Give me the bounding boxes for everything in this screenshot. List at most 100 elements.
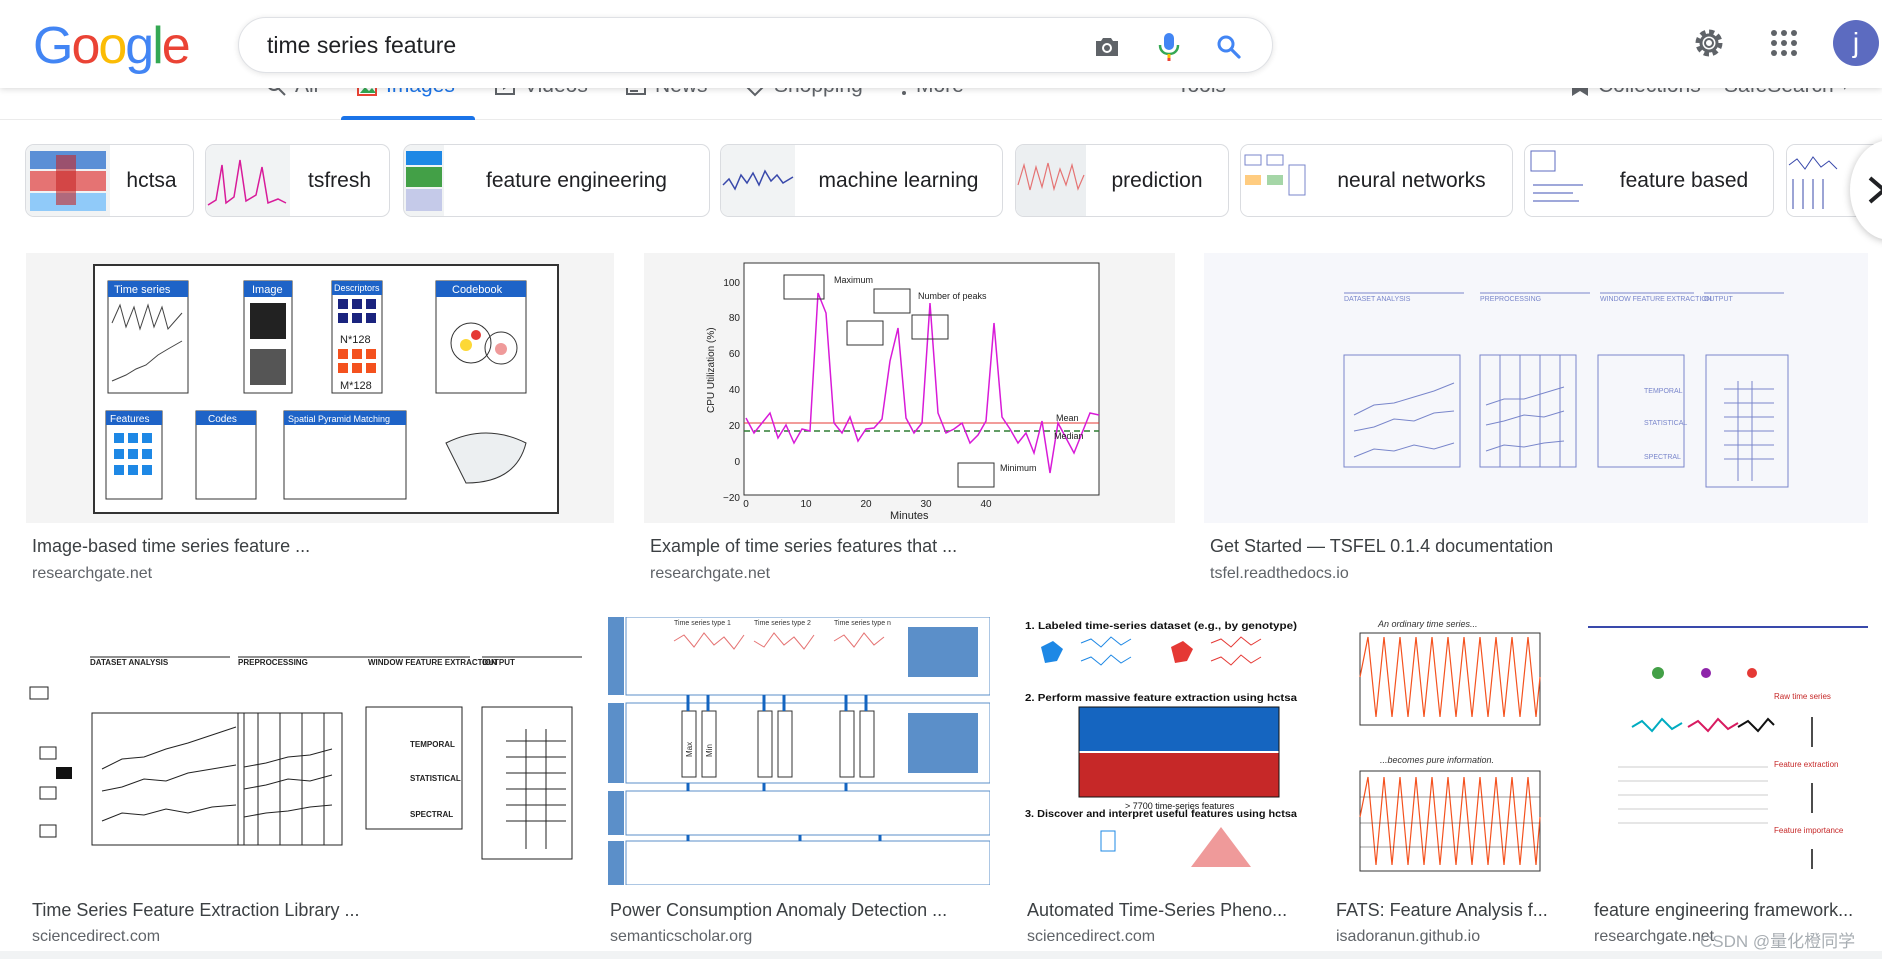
result-title[interactable]: Image-based time series feature ... bbox=[32, 536, 310, 557]
svg-text:TEMPORAL: TEMPORAL bbox=[1644, 388, 1683, 395]
microphone-icon[interactable] bbox=[1154, 32, 1184, 62]
svg-text:CPU Utilization (%): CPU Utilization (%) bbox=[706, 327, 717, 413]
svg-text:STATISTICAL: STATISTICAL bbox=[1644, 420, 1687, 427]
account-avatar[interactable]: j bbox=[1833, 20, 1879, 66]
svg-text:Min: Min bbox=[705, 744, 714, 757]
diagram-thumbnail: Time series Image Descriptors N*128 M*12… bbox=[93, 264, 559, 514]
result-source[interactable]: sciencedirect.com bbox=[32, 928, 160, 946]
apps-grid-icon[interactable] bbox=[1767, 26, 1801, 60]
chip-feature-based[interactable]: feature based bbox=[1524, 144, 1774, 217]
chip-thumbnail bbox=[404, 145, 444, 216]
image-result[interactable]: Time series Image Descriptors N*128 M*12… bbox=[26, 253, 614, 583]
svg-text:STATISTICAL: STATISTICAL bbox=[410, 774, 461, 783]
svg-text:40: 40 bbox=[729, 385, 741, 396]
svg-text:Codebook: Codebook bbox=[452, 284, 503, 296]
svg-text:Spatial Pyramid Matching: Spatial Pyramid Matching bbox=[288, 414, 390, 424]
chevron-right-icon bbox=[1868, 176, 1882, 204]
result-thumbnail[interactable]: DATASET ANALYSIS PREPROCESSING WINDOW FE… bbox=[26, 617, 584, 885]
result-title[interactable]: Time Series Feature Extraction Library .… bbox=[32, 900, 359, 921]
result-thumbnail[interactable]: DATASET ANALYSIS PREPROCESSING WINDOW FE… bbox=[1204, 253, 1868, 523]
chip-neural-networks[interactable]: neural networks bbox=[1240, 144, 1513, 217]
svg-text:0: 0 bbox=[743, 499, 749, 510]
svg-text:Features: Features bbox=[110, 414, 149, 425]
chip-prediction[interactable]: prediction bbox=[1015, 144, 1229, 217]
svg-text:Minimum: Minimum bbox=[1000, 463, 1037, 473]
search-icon[interactable] bbox=[1214, 32, 1244, 62]
svg-text:Time series type 1: Time series type 1 bbox=[674, 620, 731, 627]
chip-thumbnail bbox=[721, 145, 795, 216]
result-source[interactable]: semanticscholar.org bbox=[610, 928, 752, 946]
svg-text:60: 60 bbox=[729, 349, 741, 360]
active-tab-indicator bbox=[341, 116, 475, 120]
result-thumbnail[interactable]: Raw time series Feature extraction Feature… bbox=[1588, 617, 1868, 885]
result-source[interactable]: sciencedirect.com bbox=[1027, 928, 1155, 946]
chip-thumbnail bbox=[206, 145, 290, 216]
image-result[interactable]: DATASET ANALYSIS PREPROCESSING WINDOW FE… bbox=[1204, 253, 1868, 583]
svg-text:20: 20 bbox=[860, 499, 872, 510]
result-thumbnail[interactable]: Maximum Number of peaks Minimum Mean Med… bbox=[644, 253, 1175, 523]
camera-icon[interactable] bbox=[1092, 32, 1122, 62]
search-input[interactable] bbox=[267, 30, 1047, 60]
svg-text:Minutes: Minutes bbox=[890, 510, 929, 522]
image-result[interactable]: 1. Labeled time-series dataset (e.g., by… bbox=[1021, 617, 1301, 947]
diagram-thumbnail: 1. Labeled time-series dataset (e.g., by… bbox=[1025, 621, 1297, 867]
result-thumbnail[interactable]: 1. Labeled time-series dataset (e.g., by… bbox=[1021, 617, 1301, 885]
result-title[interactable]: Example of time series features that ... bbox=[650, 536, 957, 557]
svg-text:M*128: M*128 bbox=[340, 380, 372, 392]
svg-text:Time series: Time series bbox=[114, 284, 171, 296]
svg-text:80: 80 bbox=[729, 313, 741, 324]
result-source[interactable]: researchgate.net bbox=[650, 565, 770, 583]
svg-text:Raw time series: Raw time series bbox=[1774, 692, 1831, 701]
svg-text:OUTPUT: OUTPUT bbox=[482, 658, 515, 667]
gear-icon[interactable] bbox=[1692, 26, 1726, 60]
svg-text:100: 100 bbox=[723, 278, 740, 289]
diagram-thumbnail: DATASET ANALYSIS PREPROCESSING WINDOW FE… bbox=[29, 656, 582, 860]
result-source[interactable]: researchgate.net bbox=[1594, 928, 1714, 946]
chip-machine-learning[interactable]: machine learning bbox=[720, 144, 1003, 217]
svg-text:...becomes pure information.: ...becomes pure information. bbox=[1380, 755, 1494, 765]
image-result[interactable]: DATASET ANALYSIS PREPROCESSING WINDOW FE… bbox=[26, 617, 584, 947]
result-source[interactable]: researchgate.net bbox=[32, 565, 152, 583]
svg-text:An ordinary time series...: An ordinary time series... bbox=[1377, 619, 1478, 629]
svg-text:TEMPORAL: TEMPORAL bbox=[410, 740, 455, 749]
image-result[interactable]: An ordinary time series... ...becomes pu… bbox=[1330, 617, 1558, 947]
svg-text:2. Perform massive feature ext: 2. Perform massive feature extraction us… bbox=[1025, 693, 1297, 704]
svg-text:Maximum: Maximum bbox=[834, 275, 873, 285]
svg-text:Time series type n: Time series type n bbox=[834, 620, 891, 627]
svg-text:Time series type 2: Time series type 2 bbox=[754, 620, 811, 627]
image-result[interactable]: Raw time series Feature extraction Feature… bbox=[1588, 617, 1868, 947]
svg-text:DATASET ANALYSIS: DATASET ANALYSIS bbox=[90, 658, 169, 667]
result-title[interactable]: Get Started — TSFEL 0.1.4 documentation bbox=[1210, 536, 1553, 557]
search-box bbox=[238, 17, 1273, 73]
line-plot-thumbnail: Maximum Number of peaks Minimum Mean Med… bbox=[706, 262, 1100, 522]
result-title[interactable]: Automated Time-Series Pheno... bbox=[1027, 900, 1287, 921]
result-thumbnail[interactable]: An ordinary time series... ...becomes pu… bbox=[1330, 617, 1558, 885]
result-title[interactable]: FATS: Feature Analysis f... bbox=[1336, 900, 1548, 921]
svg-text:Mean: Mean bbox=[1056, 413, 1079, 423]
svg-text:40: 40 bbox=[980, 499, 992, 510]
svg-text:10: 10 bbox=[800, 499, 812, 510]
svg-text:> 7700 time-series features: > 7700 time-series features bbox=[1125, 801, 1235, 811]
chip-feature-engineering[interactable]: feature engineering bbox=[403, 144, 710, 217]
result-thumbnail[interactable]: Time series type 1 Time series type 2 Time… bbox=[604, 617, 990, 885]
diagram-thumbnail: DATASET ANALYSIS PREPROCESSING WINDOW FE… bbox=[1343, 292, 1789, 488]
result-title[interactable]: Power Consumption Anomaly Detection ... bbox=[610, 900, 947, 921]
image-result[interactable]: Time series type 1 Time series type 2 Time… bbox=[604, 617, 990, 947]
image-result[interactable]: Maximum Number of peaks Minimum Mean Med… bbox=[644, 253, 1175, 583]
result-thumbnail[interactable]: Time series Image Descriptors N*128 M*12… bbox=[26, 253, 614, 523]
svg-text:Max: Max bbox=[685, 742, 694, 757]
chip-tsfresh[interactable]: tsfresh bbox=[205, 144, 390, 217]
svg-text:PREPROCESSING: PREPROCESSING bbox=[1480, 296, 1541, 303]
horizontal-scrollbar[interactable] bbox=[0, 951, 1882, 959]
chip-thumbnail bbox=[26, 145, 110, 216]
line-plot-thumbnail: An ordinary time series... ...becomes pu… bbox=[1359, 619, 1541, 872]
header: Google j bbox=[0, 0, 1882, 88]
chip-hctsa[interactable]: hctsa bbox=[25, 144, 194, 217]
result-source[interactable]: isadoranun.github.io bbox=[1336, 928, 1480, 946]
svg-text:DATASET ANALYSIS: DATASET ANALYSIS bbox=[1344, 296, 1411, 303]
chip-thumbnail bbox=[1241, 145, 1311, 216]
svg-text:Number of peaks: Number of peaks bbox=[918, 291, 987, 301]
result-source[interactable]: tsfel.readthedocs.io bbox=[1210, 565, 1349, 583]
result-title[interactable]: feature engineering framework... bbox=[1594, 900, 1853, 921]
google-logo[interactable]: Google bbox=[33, 18, 191, 74]
